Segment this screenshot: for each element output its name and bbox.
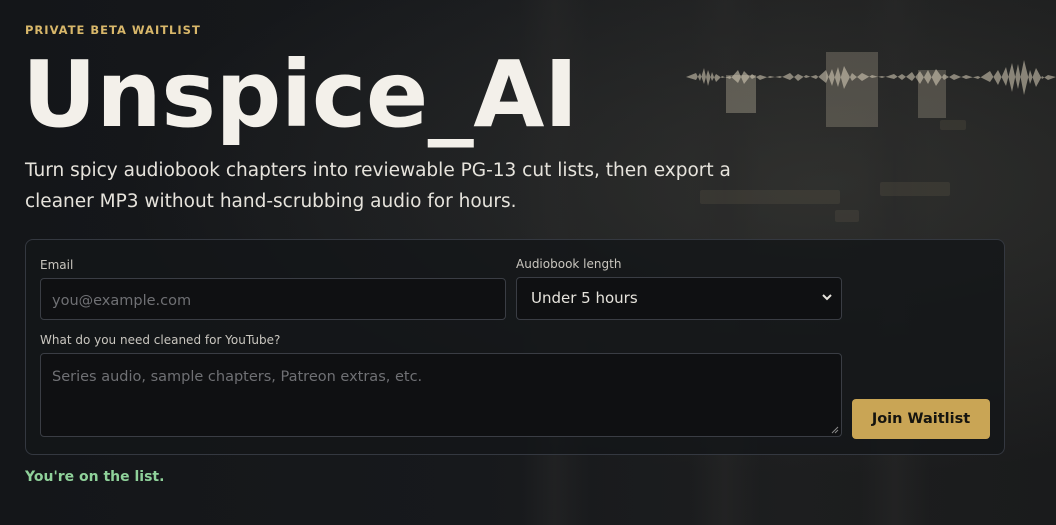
resize-grip-icon[interactable] <box>831 426 839 434</box>
needs-label: What do you need cleaned for YouTube? <box>40 333 281 347</box>
needs-textarea[interactable]: Series audio, sample chapters, Patreon e… <box>40 353 842 437</box>
page-title: Unspice_AI <box>22 41 578 148</box>
email-label: Email <box>40 258 74 272</box>
email-placeholder: you@example.com <box>52 293 192 309</box>
selected-length: Under 5 hours <box>531 289 638 307</box>
page-subtitle: Turn spicy audiobook chapters into revie… <box>25 160 731 212</box>
chevron-down-icon <box>822 294 832 301</box>
success-message: You're on the list. <box>25 469 165 485</box>
eyebrow-label: PRIVATE BETA WAITLIST <box>25 23 201 37</box>
length-label: Audiobook length <box>516 257 622 271</box>
audiobook-length-select[interactable]: Under 5 hours <box>516 277 842 320</box>
waitlist-form: Email you@example.com Audiobook length U… <box>25 239 1005 455</box>
join-waitlist-button[interactable]: Join Waitlist <box>852 399 990 439</box>
needs-placeholder: Series audio, sample chapters, Patreon e… <box>52 369 423 385</box>
hero-content: PRIVATE BETA WAITLIST Unspice_AI Turn sp… <box>0 0 1056 525</box>
email-field[interactable]: you@example.com <box>40 278 506 320</box>
